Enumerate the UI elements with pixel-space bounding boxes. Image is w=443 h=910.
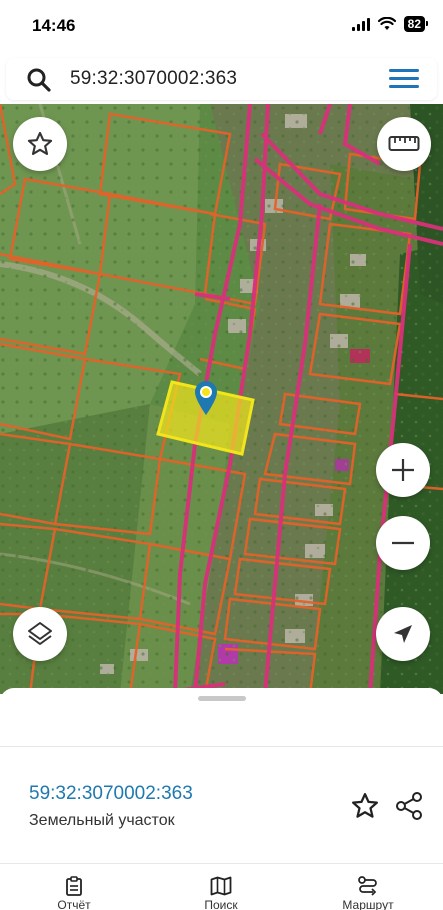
- navigation-arrow-icon: [394, 625, 412, 643]
- star-outline-icon[interactable]: [350, 791, 380, 821]
- battery-indicator: 82: [403, 16, 429, 32]
- status-time: 14:46: [32, 16, 76, 35]
- search-input[interactable]: 59:32:3070002:363: [70, 68, 237, 90]
- search-bar[interactable]: 59:32:3070002:363: [6, 58, 437, 100]
- ruler-button[interactable]: [377, 117, 431, 171]
- favorite-map-button[interactable]: [13, 117, 67, 171]
- layers-icon: [28, 622, 52, 645]
- search-icon[interactable]: [26, 67, 52, 93]
- my-location-button[interactable]: [376, 607, 430, 661]
- tab-report[interactable]: Отчёт: [44, 876, 104, 910]
- map-view[interactable]: [0, 104, 443, 694]
- wifi-icon: [377, 17, 396, 30]
- ruler-icon: [388, 136, 420, 151]
- cellular-signal-icon: [351, 17, 370, 31]
- route-icon: [358, 876, 377, 896]
- tab-route[interactable]: Маршрут: [338, 876, 398, 910]
- status-indicators: 82: [351, 16, 429, 32]
- location-marker-icon[interactable]: [193, 380, 219, 416]
- plus-icon: [392, 459, 414, 481]
- hamburger-menu-icon[interactable]: [389, 69, 419, 89]
- tab-label: Маршрут: [342, 898, 394, 910]
- parcel-type: Земельный участок: [29, 812, 175, 829]
- tabbar-divider: [0, 863, 443, 864]
- tab-label: Поиск: [204, 898, 238, 910]
- share-icon[interactable]: [394, 791, 424, 821]
- parcel-id: 59:32:3070002:363: [29, 783, 193, 804]
- clipboard-icon: [66, 876, 82, 896]
- zoom-out-button[interactable]: [376, 516, 430, 570]
- parcel-info-sheet[interactable]: 59:32:3070002:363 Земельный участок Отчё…: [0, 688, 443, 910]
- sheet-drag-handle[interactable]: [198, 696, 246, 701]
- minus-icon: [392, 541, 414, 545]
- satellite-map[interactable]: [0, 104, 443, 694]
- zoom-in-button[interactable]: [376, 443, 430, 497]
- divider: [0, 746, 443, 747]
- tab-label: Отчёт: [57, 898, 91, 910]
- tab-search[interactable]: Поиск: [191, 876, 251, 910]
- layers-button[interactable]: [13, 607, 67, 661]
- map-icon: [210, 876, 232, 896]
- star-icon: [27, 131, 53, 155]
- status-bar: 14:46 82: [0, 0, 443, 52]
